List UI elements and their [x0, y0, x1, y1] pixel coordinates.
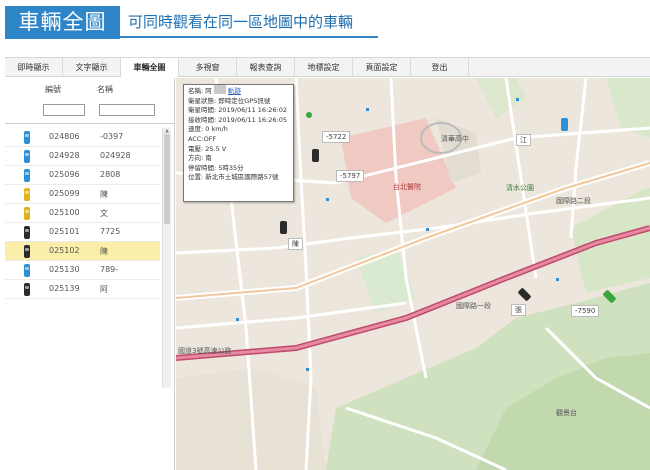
- vehicle-row[interactable]: 025102 陳: [5, 242, 160, 261]
- vehicle-code: 024928: [49, 151, 80, 160]
- title-underline: [120, 36, 378, 38]
- popup-location: 位置: 新北市土城區國際路57號: [188, 173, 279, 182]
- vehicle-code: 025099: [49, 189, 80, 198]
- name-filter-input[interactable]: [99, 104, 155, 116]
- popup-name-row: 名稱: 阿 軌跡: [188, 85, 241, 95]
- map-vehicle-label[interactable]: 陳: [288, 238, 303, 250]
- vehicle-name: 陳: [100, 247, 108, 256]
- map-vehicle-label[interactable]: -5722: [322, 131, 351, 143]
- map-vehicle-label[interactable]: -5797: [336, 170, 365, 182]
- vehicle-code: 025139: [49, 284, 80, 293]
- popup-stop-time: 停留時間: 5時35分: [188, 163, 244, 172]
- vehicle-list-scrollbar[interactable]: ▲: [162, 128, 171, 388]
- vehicle-code: 025130: [49, 265, 80, 274]
- map-pin-icon[interactable]: [306, 112, 312, 118]
- map-vehicle-label[interactable]: -7590: [571, 305, 600, 317]
- vehicle-name: 阿: [100, 285, 108, 294]
- car-icon: [24, 226, 30, 239]
- tab-text-display[interactable]: 文字顯示: [63, 58, 121, 77]
- tab-realtime[interactable]: 即時顯示: [5, 58, 63, 77]
- car-icon: [24, 264, 30, 277]
- scrollbar-thumb[interactable]: [164, 134, 170, 224]
- map-vehicle-label[interactable]: 張: [511, 304, 526, 316]
- page-title: 車輛全圖: [5, 6, 120, 39]
- vehicle-row[interactable]: 024806 -0397: [5, 128, 160, 147]
- place-expressway: 國道3號高速公路: [178, 347, 232, 355]
- vehicle-row[interactable]: 024928 024928: [5, 147, 160, 166]
- vehicle-list: 024806 -0397 024928 024928 025096 2808 025099 陳…: [5, 128, 160, 299]
- track-link[interactable]: 軌跡: [228, 87, 241, 95]
- column-header-name: 名稱: [97, 85, 113, 94]
- map-vehicle-marker[interactable]: [280, 221, 287, 234]
- vehicle-row[interactable]: 025101 7725: [5, 223, 160, 242]
- vehicle-name: 陳: [100, 190, 108, 199]
- page-subtitle: 可同時觀看在同一區地圖中的車輛: [128, 13, 354, 31]
- place-school: 清華高中: [441, 135, 469, 143]
- main-tab-bar: 即時顯示 文字顯示 車輛全圖 多視窗 報表查詢 地標設定 頁面設定 登出: [5, 57, 650, 77]
- place-hospital: 台北醫院: [393, 183, 421, 191]
- vehicle-list-panel: 編號 名稱 024806 -0397 024928 024928 025096 2808 0…: [5, 78, 175, 470]
- vehicle-name: -0397: [100, 132, 124, 141]
- car-icon: [24, 150, 30, 163]
- vehicle-name: 789-: [100, 265, 119, 274]
- place-road1: 國際路一段: [456, 302, 491, 310]
- tab-report-query[interactable]: 報表查詢: [237, 58, 295, 77]
- vehicle-row[interactable]: 025100 文: [5, 204, 160, 223]
- header-divider: [5, 123, 175, 124]
- vehicle-info-popup: 名稱: 阿 軌跡 衛星狀態: 即時定位GPS訊號 衛星時間: 2019/06/1…: [183, 84, 294, 202]
- place-park: 清水公園: [506, 184, 534, 192]
- popup-status: 衛星狀態: 即時定位GPS訊號: [188, 96, 271, 105]
- place-spot: 觀景台: [556, 409, 577, 417]
- tab-page-settings[interactable]: 頁面設定: [353, 58, 411, 77]
- vehicle-name: 文: [100, 209, 108, 218]
- vehicle-code: 025100: [49, 208, 80, 217]
- vehicle-row[interactable]: 025139 阿: [5, 280, 160, 299]
- vehicle-row[interactable]: 025099 陳: [5, 185, 160, 204]
- vehicle-row[interactable]: 025096 2808: [5, 166, 160, 185]
- place-road2: 國際路二段: [556, 197, 591, 205]
- vehicle-row[interactable]: 025130 789-: [5, 261, 160, 280]
- tab-landmark-settings[interactable]: 地標設定: [295, 58, 353, 77]
- car-icon: [24, 283, 30, 296]
- car-icon: [24, 169, 30, 182]
- vehicle-code: 025102: [49, 246, 80, 255]
- code-filter-input[interactable]: [43, 104, 85, 116]
- vehicle-name: 2808: [100, 170, 121, 179]
- popup-acc: ACC:OFF: [188, 134, 217, 143]
- tab-vehicle-map[interactable]: 車輛全圖: [121, 58, 179, 77]
- popup-sat-time: 衛星時間: 2019/06/11 16:26:02: [188, 106, 287, 115]
- popup-recv-time: 接收時間: 2019/06/11 16:26:05: [188, 115, 287, 124]
- column-header-code: 編號: [45, 85, 61, 94]
- vehicle-code: 025101: [49, 227, 80, 236]
- vehicle-name: 024928: [100, 151, 131, 160]
- tab-logout[interactable]: 登出: [411, 58, 469, 77]
- map-vehicle-marker[interactable]: [312, 149, 319, 162]
- vehicle-code: 024806: [49, 132, 80, 141]
- car-icon: [24, 188, 30, 201]
- tab-multi-window[interactable]: 多視窗: [179, 58, 237, 77]
- app-root: 車輛全圖 可同時觀看在同一區地圖中的車輛 即時顯示 文字顯示 車輛全圖 多視窗 …: [0, 0, 650, 470]
- popup-direction: 方向: 南: [188, 154, 212, 163]
- car-icon: [24, 245, 30, 258]
- vehicle-name: 7725: [100, 227, 121, 236]
- popup-voltage: 電壓: 25.5 V: [188, 144, 227, 153]
- car-icon: [24, 131, 30, 144]
- car-icon: [24, 207, 30, 220]
- vehicle-code: 025096: [49, 170, 80, 179]
- map-vehicle-marker[interactable]: [561, 118, 568, 131]
- map-vehicle-label[interactable]: 江: [516, 134, 531, 146]
- popup-speed: 速度: 0 km/h: [188, 125, 228, 134]
